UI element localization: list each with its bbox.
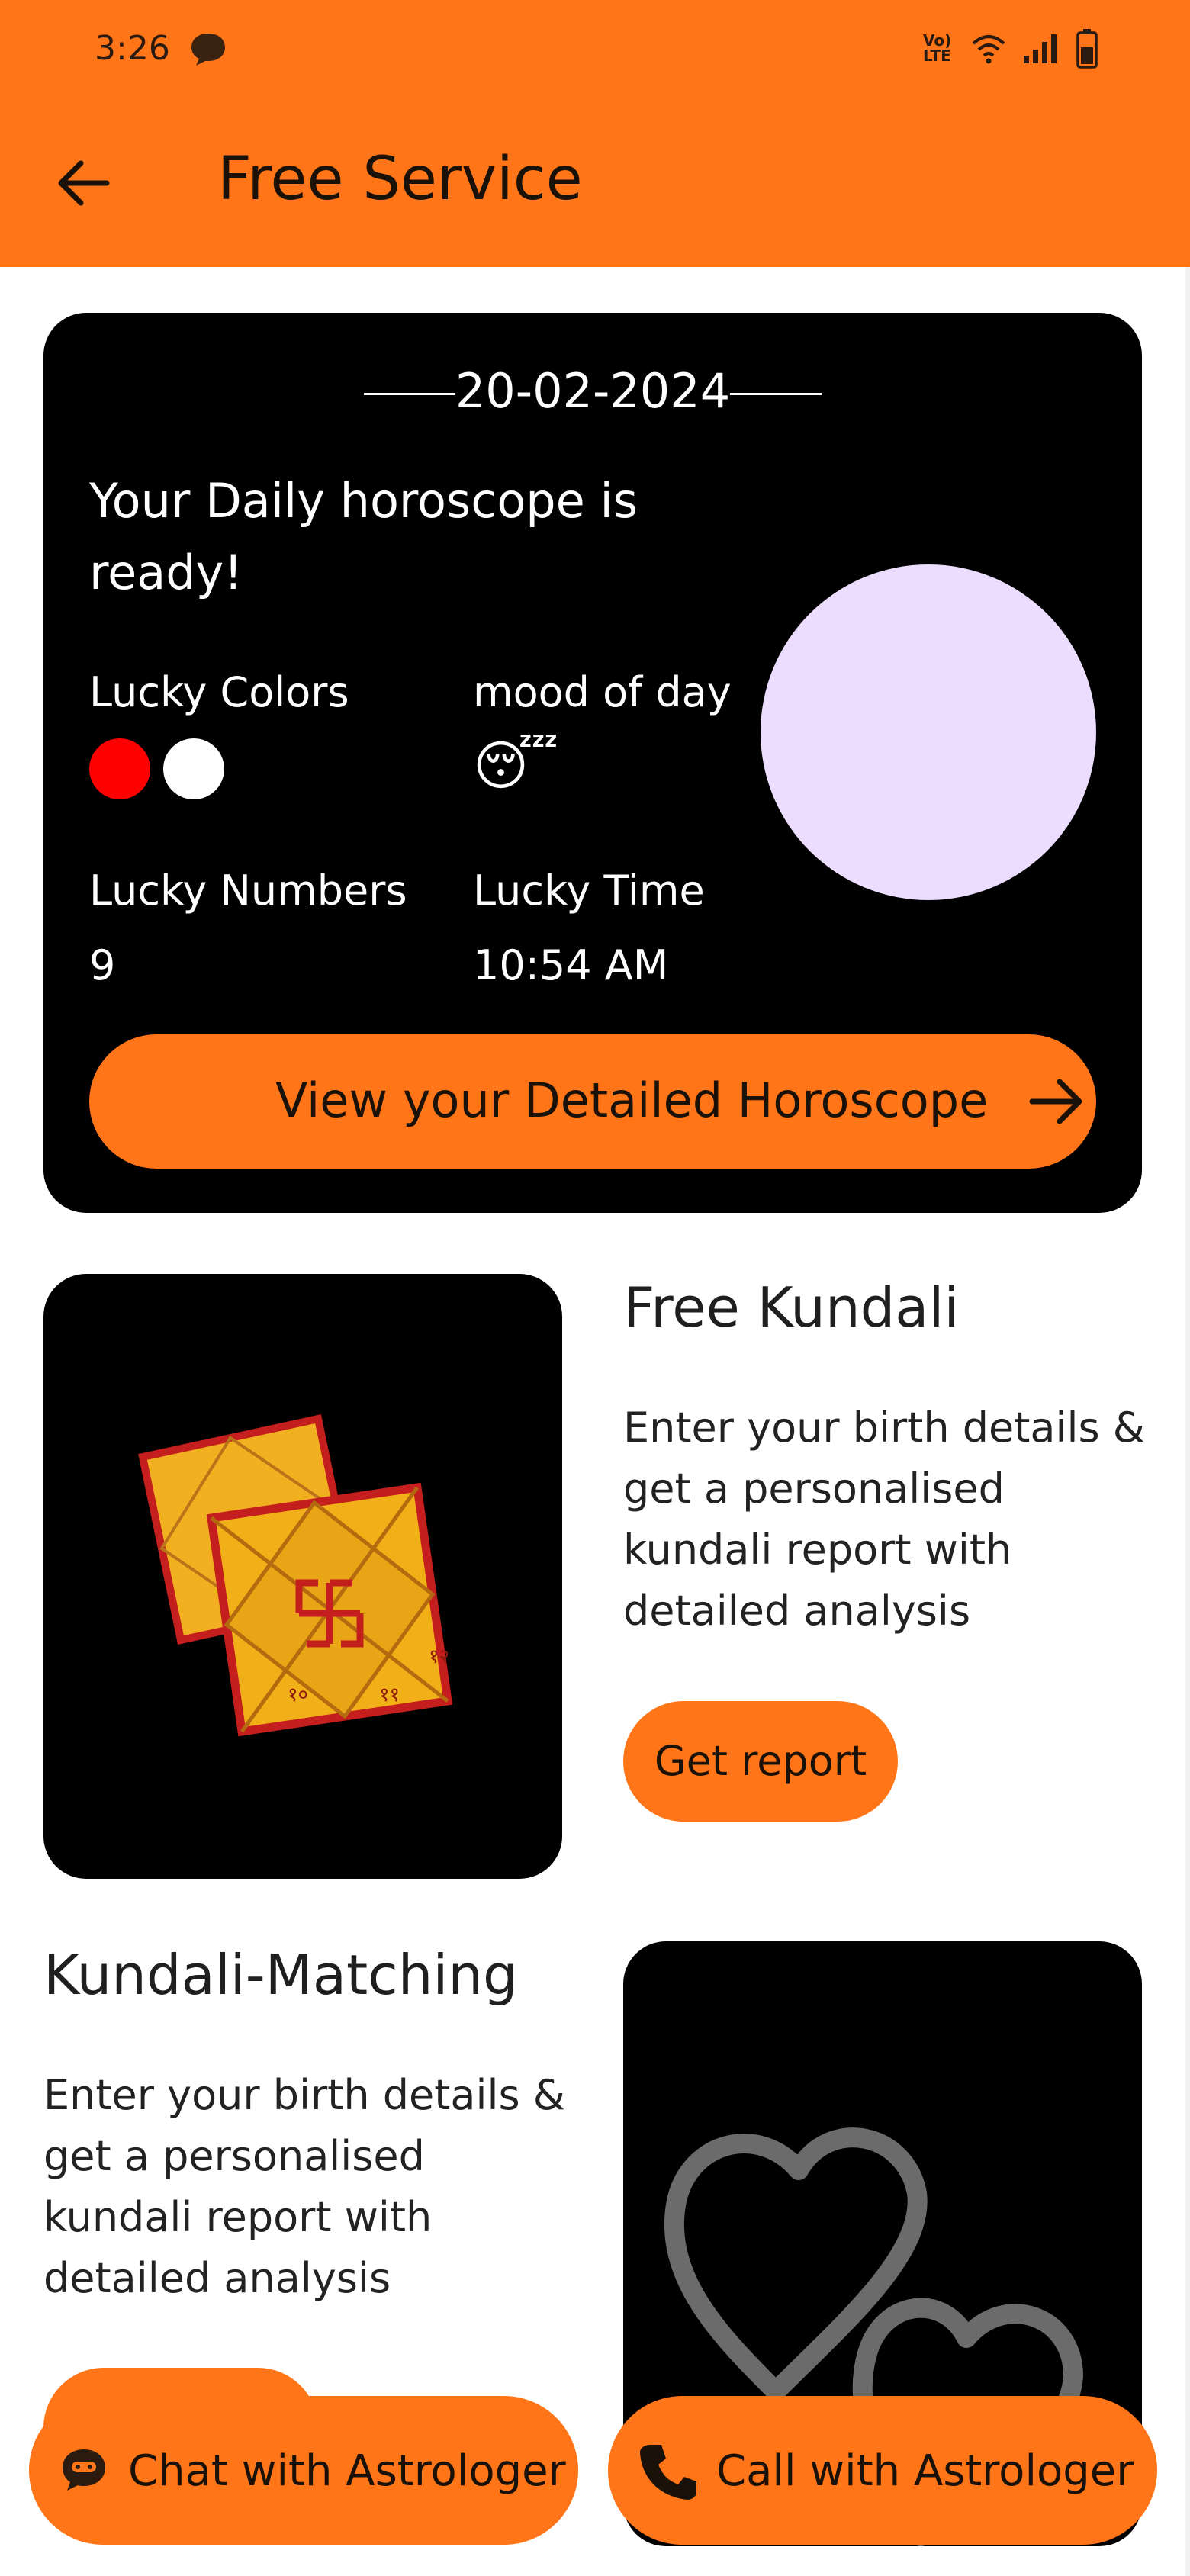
free-kundali-description: Enter your birth details & get a persona…	[623, 1404, 1145, 1635]
svg-text:११: ११	[379, 1684, 400, 1706]
divider	[730, 393, 822, 396]
back-arrow-icon[interactable]	[53, 153, 114, 214]
lucky-color-white	[163, 738, 224, 799]
divider	[363, 393, 455, 396]
kundali-matching-description: Enter your birth details & get a persona…	[43, 2071, 565, 2302]
lucky-numbers-label: Lucky Numbers	[89, 867, 407, 915]
date-text: 20-02-2024	[455, 363, 731, 419]
wifi-icon	[972, 35, 1005, 64]
zodiac-image-placeholder	[761, 564, 1096, 900]
free-kundali-title: Free Kundali	[623, 1275, 960, 1339]
kundali-image: १० ११ १२	[43, 1274, 562, 1879]
lucky-numbers-value: 9	[89, 941, 116, 989]
status-time: 3:26	[95, 29, 170, 68]
lucky-color-red	[89, 738, 150, 799]
lucky-colors-label: Lucky Colors	[89, 668, 349, 716]
horoscope-date: 20-02-2024	[43, 363, 1142, 419]
signal-icon	[1024, 34, 1057, 63]
battery-icon	[1076, 29, 1098, 69]
chat-label: Chat with Astrologer	[128, 2446, 566, 2496]
chat-bubble-icon	[191, 34, 225, 66]
chat-with-astrologer-button[interactable]: Chat with Astrologer	[29, 2396, 578, 2545]
app-bar: 3:26 Vo) LTE Free Service	[0, 0, 1190, 267]
chat-agent-icon	[63, 2449, 105, 2491]
arrow-right-icon	[1029, 1079, 1082, 1124]
call-with-astrologer-button[interactable]: Call with Astrologer	[608, 2396, 1157, 2545]
view-detailed-horoscope-button[interactable]: View your Detailed Horoscope	[89, 1034, 1096, 1169]
svg-text:१०: १०	[288, 1684, 308, 1706]
scroll-edge	[1185, 267, 1190, 2576]
horoscope-heading: Your Daily horoscope is ready!	[89, 473, 638, 600]
kundali-matching-title: Kundali-Matching	[43, 1943, 518, 2007]
status-icons: Vo) LTE	[923, 27, 1098, 69]
call-label: Call with Astrologer	[716, 2446, 1134, 2496]
button-label: View your Detailed Horoscope	[275, 1073, 989, 1128]
phone-icon	[640, 2445, 696, 2500]
horoscope-card: 20-02-2024 Your Daily horoscope is ready…	[43, 313, 1142, 1213]
svg-text:१२: १२	[429, 1645, 449, 1668]
kundali-chart-icon: १० ११ १२	[138, 1414, 453, 1737]
lucky-time-value: 10:54 AM	[473, 941, 669, 989]
mood-emoji: 😴	[473, 735, 559, 797]
mood-label: mood of day	[473, 668, 732, 716]
get-report-button[interactable]: Get report	[623, 1701, 898, 1822]
page-title: Free Service	[217, 145, 583, 214]
lucky-time-label: Lucky Time	[473, 867, 705, 915]
lte-label: Vo) LTE	[923, 31, 952, 65]
